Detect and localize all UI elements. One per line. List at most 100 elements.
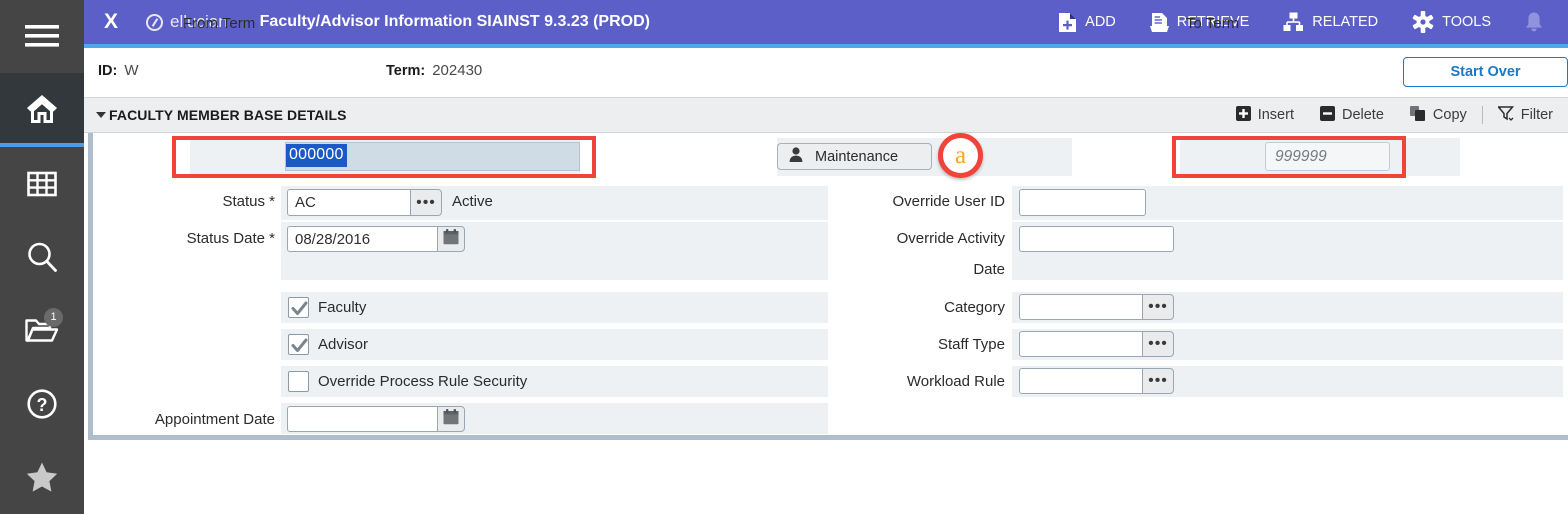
close-icon[interactable]: X xyxy=(84,0,138,44)
person-icon xyxy=(789,147,803,166)
category-label: Category xyxy=(944,299,1005,316)
insert-button[interactable]: Insert xyxy=(1223,98,1307,132)
filter-label: Filter xyxy=(1520,107,1553,123)
from-term-value: 000000 xyxy=(286,144,347,167)
advisor-checkbox[interactable] xyxy=(288,334,309,355)
caret-down-icon xyxy=(96,112,106,118)
sidebar-item-applications[interactable] xyxy=(0,147,84,220)
workload-rule-lov-button[interactable]: ••• xyxy=(1142,368,1174,394)
sidebar-item-recently-opened[interactable]: 1 xyxy=(0,294,84,367)
advisor-label: Advisor xyxy=(318,336,369,353)
status-description: Active xyxy=(452,193,493,210)
maintenance-label: Maintenance xyxy=(815,148,899,165)
to-term-input[interactable]: 999999 xyxy=(1265,142,1390,171)
related-button[interactable]: RELATED xyxy=(1266,0,1395,44)
appointment-date-calendar-button[interactable] xyxy=(437,406,465,432)
page-title: Faculty/Advisor Information SIAINST 9.3.… xyxy=(259,13,650,30)
search-icon xyxy=(26,241,58,273)
staff-type-label: Staff Type xyxy=(938,336,1005,353)
sidebar-item-menu[interactable] xyxy=(0,0,84,73)
category-input[interactable] xyxy=(1019,294,1144,320)
add-button[interactable]: ADD xyxy=(1041,0,1133,44)
delete-button[interactable]: Delete xyxy=(1307,98,1397,132)
workload-rule-input[interactable] xyxy=(1019,368,1144,394)
application-window: 1 ? X ellucian Faculty/Advisor Informati… xyxy=(0,0,1568,514)
add-label: ADD xyxy=(1085,14,1116,30)
star-icon xyxy=(25,461,59,493)
override-activity-date-input[interactable] xyxy=(1019,226,1174,252)
copy-button[interactable]: Copy xyxy=(1397,98,1480,132)
left-sidebar: 1 ? xyxy=(0,0,84,514)
notifications-button[interactable] xyxy=(1508,0,1554,44)
workload-rule-label: Workload Rule xyxy=(906,373,1005,390)
home-icon xyxy=(26,94,58,123)
sidebar-item-help[interactable]: ? xyxy=(0,367,84,440)
to-term-label: To Term xyxy=(1186,15,1240,32)
override-activity-date-label-line1: Override Activity xyxy=(896,230,1005,247)
annotation-marker-a: a xyxy=(938,133,983,178)
sidebar-item-favorites[interactable] xyxy=(0,441,84,514)
term-label: Term: xyxy=(386,63,426,79)
override-user-id-label: Override User ID xyxy=(892,193,1005,210)
status-lov-button[interactable]: ••• xyxy=(410,189,442,216)
sidebar-item-search[interactable] xyxy=(0,220,84,293)
question-circle-icon: ? xyxy=(26,388,58,420)
gear-icon xyxy=(1412,11,1434,33)
section-title: FACULTY MEMBER BASE DETAILS xyxy=(109,107,347,123)
toolbar-actions: ADD RETRIEVE RELATED TOOLS xyxy=(1041,0,1568,44)
status-input[interactable]: AC xyxy=(287,189,412,216)
calendar-icon xyxy=(443,408,459,430)
category-lov-button[interactable]: ••• xyxy=(1142,294,1174,320)
copy-icon xyxy=(1409,105,1426,125)
retrieve-document-icon xyxy=(1149,12,1169,33)
staff-type-lov-button[interactable]: ••• xyxy=(1142,331,1174,357)
add-document-icon xyxy=(1058,12,1077,33)
filter-button[interactable]: Filter xyxy=(1485,98,1566,132)
override-activity-date-label-line2: Date xyxy=(973,261,1005,278)
appointment-date-input[interactable] xyxy=(287,406,439,432)
faculty-checkbox[interactable] xyxy=(288,297,309,318)
override-process-rule-security-checkbox[interactable] xyxy=(288,371,309,392)
copy-label: Copy xyxy=(1432,107,1467,123)
status-label: Status * xyxy=(222,193,275,210)
section-header: FACULTY MEMBER BASE DETAILS Insert Delet… xyxy=(84,98,1568,133)
section-actions: Insert Delete Copy Filter xyxy=(1223,98,1568,132)
svg-text:?: ? xyxy=(37,395,48,415)
insert-label: Insert xyxy=(1257,107,1294,123)
tools-button[interactable]: TOOLS xyxy=(1395,0,1508,44)
status-date-input[interactable]: 08/28/2016 xyxy=(287,226,439,252)
tools-label: TOOLS xyxy=(1442,14,1491,30)
hamburger-icon xyxy=(25,24,59,49)
from-term-label: From Term xyxy=(183,15,256,32)
id-label: ID: xyxy=(98,63,118,79)
section-divider xyxy=(1481,106,1483,124)
minus-square-icon xyxy=(1319,105,1335,125)
status-date-label: Status Date * xyxy=(186,230,275,247)
bell-icon xyxy=(1524,11,1544,33)
related-label: RELATED xyxy=(1312,14,1379,30)
staff-type-input[interactable] xyxy=(1019,331,1144,357)
application-toolbar: X ellucian Faculty/Advisor Information S… xyxy=(84,0,1568,44)
faculty-label: Faculty xyxy=(318,299,367,316)
to-term-placeholder: 999999 xyxy=(1275,147,1327,165)
plus-square-icon xyxy=(1235,105,1251,125)
section-toggle[interactable]: FACULTY MEMBER BASE DETAILS xyxy=(84,107,347,123)
grid-icon xyxy=(27,169,57,199)
filter-icon xyxy=(1496,105,1514,125)
id-field: ID: W xyxy=(98,62,139,79)
start-over-button[interactable]: Start Over xyxy=(1403,57,1568,87)
delete-label: Delete xyxy=(1341,107,1384,123)
override-process-rule-security-label: Override Process Rule Security xyxy=(318,373,528,390)
sidebar-item-home[interactable] xyxy=(0,73,84,147)
ellucian-mark-icon xyxy=(146,13,163,31)
id-value: W xyxy=(124,62,139,79)
recently-opened-badge: 1 xyxy=(44,307,63,327)
key-block: ID: W Term: 202430 Start Over xyxy=(84,48,1568,98)
calendar-icon xyxy=(443,228,459,250)
appointment-date-label: Appointment Date xyxy=(154,411,275,428)
status-date-calendar-button[interactable] xyxy=(437,226,465,252)
related-sitemap-icon xyxy=(1283,12,1304,32)
maintenance-button[interactable]: Maintenance xyxy=(777,143,932,170)
override-user-id-input[interactable] xyxy=(1019,189,1146,216)
term-field: Term: 202430 xyxy=(386,62,482,79)
